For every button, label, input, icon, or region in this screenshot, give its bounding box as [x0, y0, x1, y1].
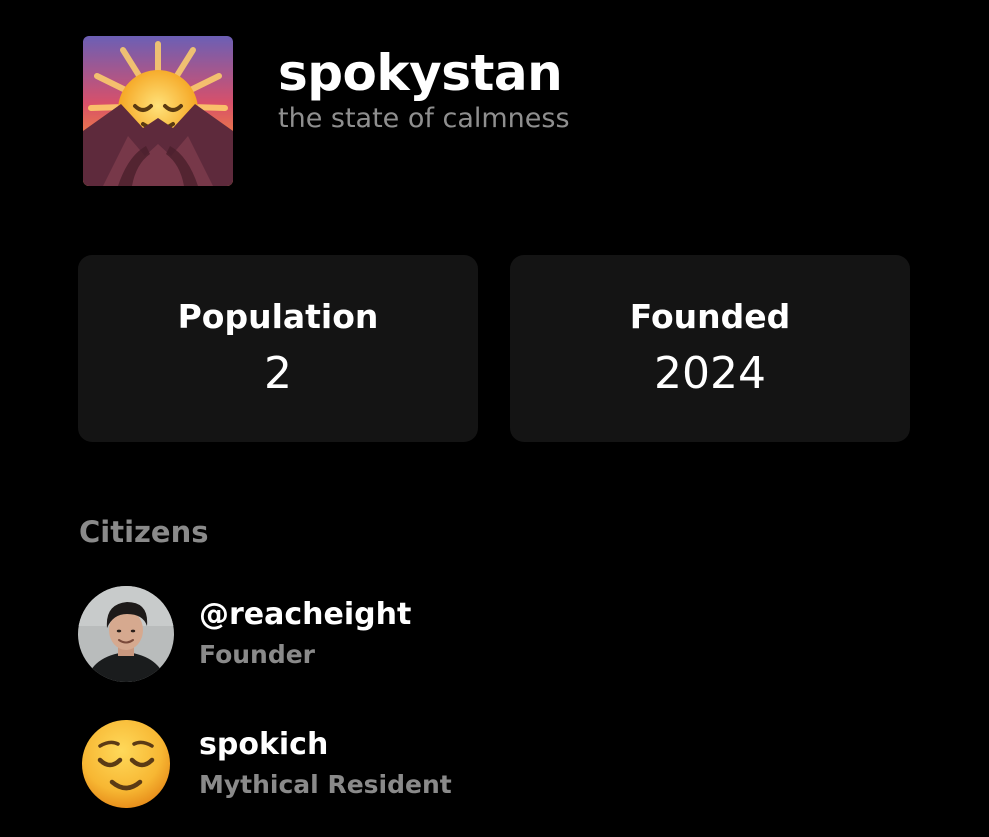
- state-page: spokystan the state of calmness Populati…: [0, 0, 989, 837]
- citizen-item[interactable]: spokich Mythical Resident: [78, 716, 452, 812]
- citizen-name[interactable]: @reacheight: [199, 596, 411, 634]
- population-label: Population: [177, 297, 379, 336]
- avatar[interactable]: [78, 586, 174, 682]
- state-logo-icon: [83, 36, 233, 186]
- state-header: spokystan the state of calmness: [83, 36, 570, 186]
- citizen-name[interactable]: spokich: [199, 726, 452, 764]
- state-title-block: spokystan the state of calmness: [278, 42, 570, 136]
- state-tagline: the state of calmness: [278, 103, 570, 134]
- population-value: 2: [264, 348, 292, 399]
- citizen-role: Founder: [199, 640, 316, 669]
- founded-label: Founded: [629, 297, 791, 336]
- citizen-role: Mythical Resident: [199, 770, 452, 799]
- founded-card: Founded 2024: [510, 255, 910, 442]
- population-card: Population 2: [78, 255, 478, 442]
- founded-value: 2024: [654, 348, 766, 399]
- state-name: spokystan: [278, 44, 563, 102]
- citizen-info: @reacheight Founder: [199, 596, 411, 672]
- citizens-title: Citizens: [79, 515, 209, 549]
- stats-row: Population 2 Founded 2024: [78, 255, 910, 442]
- citizen-item[interactable]: @reacheight Founder: [78, 586, 411, 682]
- relieved-face-icon[interactable]: [78, 716, 174, 812]
- citizen-info: spokich Mythical Resident: [199, 726, 452, 802]
